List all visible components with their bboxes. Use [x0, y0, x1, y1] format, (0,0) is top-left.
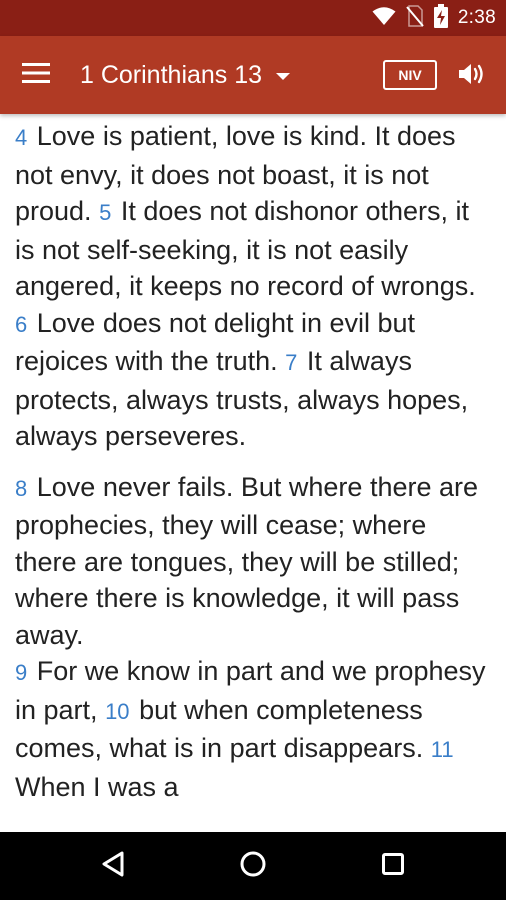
dropdown-caret-icon	[276, 72, 291, 80]
verse-text: When I was a	[15, 771, 179, 802]
verse-text: Love never fails. But where there are pr…	[15, 471, 479, 650]
version-button[interactable]: NIV	[383, 60, 437, 90]
status-time: 2:38	[457, 7, 496, 28]
paragraph: 4 Love is patient, love is kind. It does…	[0, 114, 506, 455]
verse-number[interactable]: 5	[99, 200, 111, 225]
verse-number[interactable]: 11	[431, 737, 454, 762]
audio-button[interactable]	[455, 58, 491, 94]
book-title: 1 Corinthians 13	[80, 60, 263, 89]
verse-number[interactable]: 8	[15, 476, 27, 501]
verse-number[interactable]: 10	[105, 699, 129, 724]
no-sim-icon	[406, 4, 424, 32]
status-bar: 2:38	[0, 0, 506, 36]
speaker-icon	[458, 61, 488, 92]
home-button[interactable]	[233, 846, 273, 886]
app-bar: 1 Corinthians 13 NIV	[0, 36, 506, 114]
verse-number[interactable]: 7	[285, 350, 297, 375]
menu-button[interactable]	[16, 55, 56, 95]
recents-button[interactable]	[373, 846, 413, 886]
verse-number[interactable]: 9	[15, 660, 27, 685]
scripture-content[interactable]: 4 Love is patient, love is kind. It does…	[0, 114, 506, 832]
verse-number[interactable]: 6	[15, 312, 27, 337]
hamburger-menu-icon	[22, 62, 50, 88]
home-circle-icon	[239, 850, 267, 883]
recents-square-icon	[381, 852, 405, 881]
status-icons: 2:38	[372, 0, 496, 36]
paragraph: 8 Love never fails. But where there are …	[0, 469, 506, 806]
back-triangle-icon	[100, 850, 126, 883]
back-button[interactable]	[93, 846, 133, 886]
app-screen: 2:38 1 Corinthians 13 NIV 4 Love is pati…	[0, 0, 506, 900]
system-nav-bar	[0, 832, 506, 900]
wifi-icon	[372, 6, 396, 31]
battery-charging-icon	[433, 3, 448, 33]
book-chapter-selector[interactable]: 1 Corinthians 13	[80, 54, 291, 96]
verse-number[interactable]: 4	[15, 125, 27, 150]
